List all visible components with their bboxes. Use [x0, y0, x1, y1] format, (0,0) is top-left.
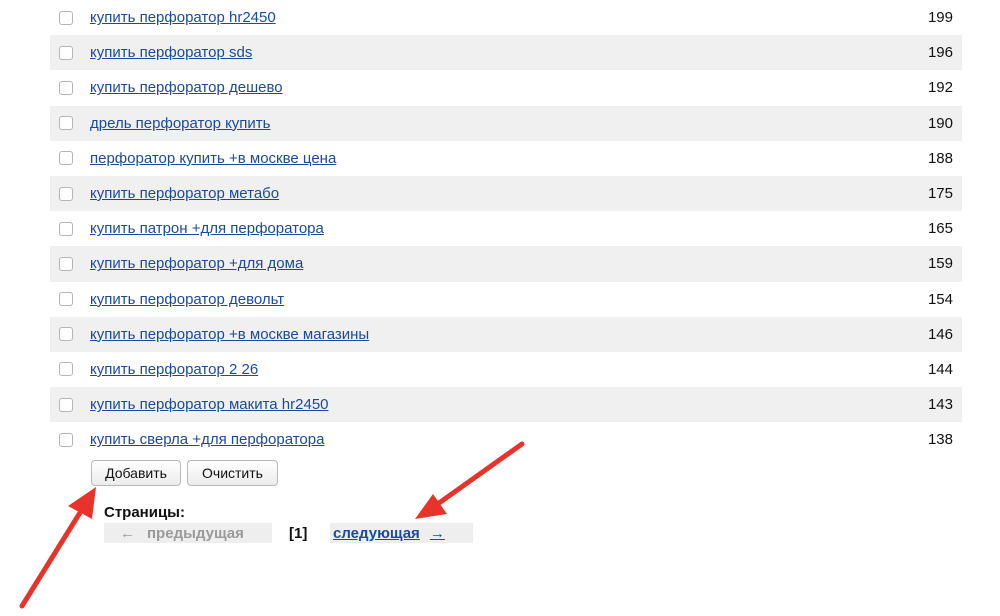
keyword-count: 196: [927, 44, 953, 62]
arrow-left-icon: ←: [120, 524, 135, 542]
keyword-link[interactable]: купить сверла +для перфоратора: [90, 431, 324, 448]
keyword-link[interactable]: купить перфоратор sds: [90, 44, 252, 61]
keyword-count: 175: [927, 185, 953, 203]
row-checkbox[interactable]: [59, 186, 73, 201]
row-checkbox[interactable]: [59, 116, 73, 131]
row-checkbox[interactable]: [59, 10, 73, 25]
keyword-row: купить перфоратор sds 196: [50, 35, 962, 71]
keyword-link[interactable]: купить перфоратор hr2450: [90, 9, 276, 26]
keyword-link[interactable]: купить перфоратор макита hr2450: [90, 396, 329, 413]
keyword-link[interactable]: купить перфоратор +в москве магазины: [90, 326, 369, 343]
red-pointer-arrow-icon: [19, 487, 96, 609]
row-checkbox[interactable]: [59, 327, 73, 342]
arrow-right-icon[interactable]: →: [430, 525, 445, 542]
row-checkbox[interactable]: [59, 45, 73, 60]
row-checkbox[interactable]: [59, 362, 73, 377]
row-checkbox[interactable]: [59, 221, 73, 236]
row-checkbox[interactable]: [59, 256, 73, 271]
keyword-row: купить патрон +для перфоратора 165: [50, 211, 962, 246]
wordstat-results-page: купить перфоратор hr2450 199 купить перф…: [0, 0, 1000, 616]
keyword-link[interactable]: дрель перфоратор купить: [90, 115, 271, 132]
keyword-count: 199: [927, 9, 953, 27]
keyword-row: купить перфоратор +в москве магазины 146: [50, 316, 962, 352]
pagination-next[interactable]: следующая →: [330, 523, 473, 543]
keyword-count: 146: [927, 325, 953, 343]
pagination-current-page: [1]: [289, 524, 308, 542]
pagination-next-label[interactable]: следующая: [333, 525, 420, 542]
keyword-row: купить перфоратор метабо 175: [50, 175, 962, 212]
keyword-count: 143: [927, 396, 953, 414]
keyword-count: 154: [927, 290, 953, 308]
keyword-count: 165: [927, 220, 953, 238]
row-checkbox[interactable]: [59, 80, 73, 95]
keyword-count: 188: [927, 149, 953, 167]
row-checkbox[interactable]: [59, 151, 73, 166]
pagination-previous: ← предыдущая: [104, 523, 272, 543]
keyword-count: 159: [927, 255, 953, 273]
keyword-row: дрель перфоратор купить 190: [50, 105, 962, 141]
clear-button[interactable]: Очистить: [187, 460, 278, 486]
add-button[interactable]: Добавить: [91, 460, 181, 486]
pagination-label: Страницы:: [104, 504, 185, 521]
keyword-row: купить сверла +для перфоратора 138: [50, 422, 962, 457]
keyword-count: 190: [927, 114, 953, 132]
keyword-row: купить перфоратор hr2450 199: [50, 0, 962, 35]
keyword-count: 144: [927, 360, 953, 378]
keyword-row: купить перфоратор девольт 154: [50, 282, 962, 317]
keyword-link[interactable]: купить перфоратор девольт: [90, 291, 284, 308]
keyword-row: перфоратор купить +в москве цена 188: [50, 141, 962, 176]
keyword-link[interactable]: купить перфоратор дешево: [90, 79, 283, 96]
keyword-link[interactable]: купить перфоратор метабо: [90, 185, 279, 202]
keyword-row: купить перфоратор дешево 192: [50, 70, 962, 105]
keyword-link[interactable]: купить перфоратор +для дома: [90, 255, 303, 272]
keyword-link[interactable]: перфоратор купить +в москве цена: [90, 150, 336, 167]
keyword-count: 138: [927, 431, 953, 449]
keyword-link[interactable]: купить перфоратор 2 26: [90, 361, 258, 378]
row-checkbox[interactable]: [59, 432, 73, 447]
keyword-row: купить перфоратор +для дома 159: [50, 246, 962, 282]
pagination-previous-label: предыдущая: [147, 524, 244, 542]
keyword-link[interactable]: купить патрон +для перфоратора: [90, 220, 324, 237]
row-checkbox[interactable]: [59, 397, 73, 412]
row-checkbox[interactable]: [59, 292, 73, 307]
keyword-row: купить перфоратор макита hr2450 143: [50, 387, 962, 423]
keyword-list: купить перфоратор hr2450 199 купить перф…: [50, 0, 962, 457]
keyword-row: купить перфоратор 2 26 144: [50, 352, 962, 387]
keyword-count: 192: [927, 79, 953, 97]
